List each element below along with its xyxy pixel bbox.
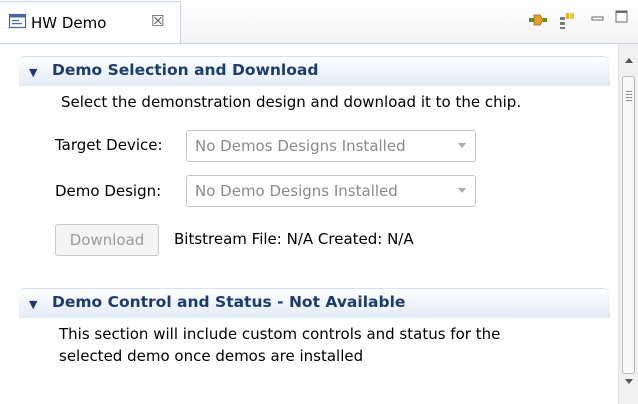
expand-triangle-icon[interactable]: ▼ xyxy=(29,66,37,79)
section-description: Select the demonstration design and down… xyxy=(61,93,522,111)
section-title: Demo Selection and Download xyxy=(52,61,319,79)
maximize-icon[interactable] xyxy=(615,10,629,28)
demo-design-select[interactable]: No Demo Designs Installed xyxy=(186,175,476,207)
section-header-control[interactable]: ▼ Demo Control and Status - Not Availabl… xyxy=(19,288,610,318)
download-button[interactable]: Download xyxy=(55,224,159,256)
connect-plug-icon[interactable] xyxy=(528,12,548,32)
section-description-line: selected demo once demos are installed xyxy=(59,347,364,365)
tab-title: HW Demo xyxy=(31,14,107,32)
select-value: No Demos Designs Installed xyxy=(195,137,406,155)
view-window-icon xyxy=(8,13,28,31)
view-menu-icon[interactable] xyxy=(558,12,576,34)
section-description-line: This section will include custom control… xyxy=(59,325,501,343)
minimize-icon[interactable] xyxy=(591,10,605,28)
dropdown-arrow-icon xyxy=(458,143,466,148)
section-title: Demo Control and Status - Not Available xyxy=(52,293,406,311)
target-device-select[interactable]: No Demos Designs Installed xyxy=(186,130,476,162)
section-header-selection[interactable]: ▼ Demo Selection and Download xyxy=(19,56,610,86)
scrollbar-thumb[interactable] xyxy=(622,76,635,374)
grip-icon xyxy=(626,91,632,103)
bitstream-status: Bitstream File: N/A Created: N/A xyxy=(174,230,414,248)
demo-design-label: Demo Design: xyxy=(55,182,162,200)
dropdown-arrow-icon xyxy=(458,188,466,193)
view-tab-bar: HW Demo ☒ xyxy=(0,0,638,44)
scroll-up-arrow-icon[interactable] xyxy=(625,58,633,63)
select-value: No Demo Designs Installed xyxy=(195,182,398,200)
hw-demo-view: HW Demo ☒ ▼ Demo Selection and Download … xyxy=(0,0,638,404)
scroll-down-arrow-icon[interactable] xyxy=(625,379,633,384)
hw-demo-tab[interactable]: HW Demo ☒ xyxy=(0,1,181,43)
form-content: ▼ Demo Selection and Download Select the… xyxy=(0,44,618,404)
target-device-label: Target Device: xyxy=(55,136,163,154)
close-icon[interactable]: ☒ xyxy=(151,14,164,29)
vertical-scrollbar[interactable] xyxy=(618,44,638,404)
expand-triangle-icon[interactable]: ▼ xyxy=(29,298,37,311)
